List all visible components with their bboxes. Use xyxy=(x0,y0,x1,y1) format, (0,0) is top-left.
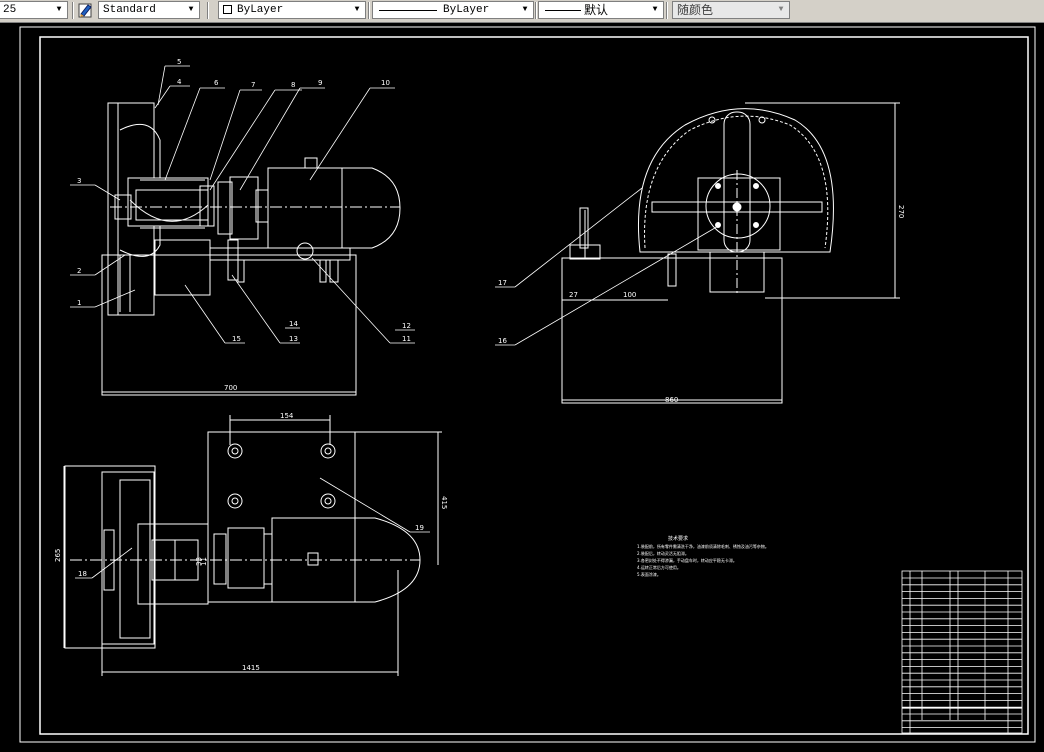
sheet-border-inner xyxy=(39,36,1029,735)
layer-value: ByLayer xyxy=(237,4,284,16)
sheet-border-outer xyxy=(19,26,1036,743)
balloon-label: 13 xyxy=(289,335,298,343)
cad-drawing: 5 4 6 7 8 9 10 3 2 1 14 13 15 12 11 700 xyxy=(19,26,1036,743)
balloon-label: 2 xyxy=(77,267,81,275)
text-style-combo[interactable]: Standard ▼ xyxy=(98,1,200,19)
side-view xyxy=(561,102,900,404)
linetype-swatch xyxy=(379,10,437,11)
toolbar-separator xyxy=(207,2,209,19)
front-view-balloons: 5 4 6 7 8 9 10 3 2 1 14 13 15 12 11 700 xyxy=(77,58,411,392)
color-combo[interactable]: 随颜色 ▼ xyxy=(672,1,790,19)
chevron-down-icon[interactable]: ▼ xyxy=(519,3,531,17)
text-style-value: Standard xyxy=(103,4,156,16)
note-line: 4.运转正常后方可使用。 xyxy=(637,564,681,570)
chevron-down-icon[interactable]: ▼ xyxy=(185,3,197,17)
balloon-label: 19 xyxy=(415,524,424,532)
dimension-label: 100 xyxy=(623,291,636,299)
toolbar-separator xyxy=(72,2,74,19)
toolbar-separator xyxy=(535,2,537,19)
balloon-label: 6 xyxy=(214,79,219,87)
dimension-label: 415 xyxy=(440,496,448,509)
chevron-down-icon[interactable]: ▼ xyxy=(649,3,661,17)
balloon-label: 16 xyxy=(498,337,507,345)
dimension-label: 154 xyxy=(280,412,294,420)
side-view-labels: 17 16 270 27 100 860 xyxy=(498,205,905,404)
balloon-label: 4 xyxy=(177,78,182,86)
balloon-label: 5 xyxy=(177,58,181,66)
color-value: 随颜色 xyxy=(677,3,714,17)
balloon-label: 9 xyxy=(318,79,322,87)
note-line: 1.装配前，所有零件需清洗干净，油漆前须清除毛刺、锈蚀及油污等杂物。 xyxy=(637,543,769,549)
note-line: 2.装配后，转动灵活无阻滞。 xyxy=(637,550,689,556)
balloon-label: 3 xyxy=(77,177,81,185)
chevron-down-icon[interactable]: ▼ xyxy=(53,3,65,17)
balloon-label: 14 xyxy=(289,320,298,328)
toolbar-separator xyxy=(368,2,370,19)
balloon-label: 8 xyxy=(291,81,295,89)
scale-value: 25 xyxy=(3,4,17,16)
drawing-canvas[interactable]: 5 4 6 7 8 9 10 3 2 1 14 13 15 12 11 700 xyxy=(0,22,1044,747)
dimension-label: 700 xyxy=(224,384,237,392)
balloon-label: 15 xyxy=(232,335,241,343)
balloon-label: 7 xyxy=(251,81,255,89)
top-view xyxy=(63,415,442,676)
balloon-label: 1 xyxy=(77,299,81,307)
table-rows xyxy=(902,577,1022,728)
lineweight-combo[interactable]: 默认 ▼ xyxy=(538,1,664,19)
top-view-labels: 19 18 154 415 265 1415 33 11 xyxy=(54,412,448,672)
dimension-label: 1415 xyxy=(242,664,260,672)
balloon-label: 12 xyxy=(402,322,411,330)
front-view-leaders xyxy=(70,65,415,344)
chevron-down-icon[interactable]: ▼ xyxy=(351,3,363,17)
dimension-label: 860 xyxy=(665,396,678,404)
properties-toolbar: 25 ▼ Standard ▼ ByLayer ▼ ByLayer ▼ 默认 ▼… xyxy=(0,0,1044,23)
scale-combo[interactable]: 25 ▼ xyxy=(0,1,68,19)
note-line: 3.各密封处不得渗漏，手动盘车时，转动应平稳无卡滞。 xyxy=(637,557,737,563)
dimension-label: 265 xyxy=(54,549,62,562)
balloon-label: 17 xyxy=(498,279,507,287)
lineweight-swatch xyxy=(545,10,581,11)
linetype-value: ByLayer xyxy=(443,4,490,16)
linetype-combo[interactable]: ByLayer ▼ xyxy=(372,1,534,19)
chevron-down-icon[interactable]: ▼ xyxy=(775,3,787,17)
dimension-label: 270 xyxy=(897,205,905,218)
text-style-icon[interactable] xyxy=(78,2,96,19)
color-swatch-icon xyxy=(223,5,232,14)
front-view xyxy=(101,102,401,396)
notes-title: 技术要求 xyxy=(668,535,688,542)
note-line: 5.表面涂漆。 xyxy=(637,571,661,577)
balloon-label: 11 xyxy=(402,335,411,343)
lineweight-value: 默认 xyxy=(584,3,609,17)
technical-notes: 技术要求 1.装配前，所有零件需清洗干净，油漆前须清除毛刺、锈蚀及油污等杂物。 … xyxy=(637,535,769,577)
toolbar-separator xyxy=(666,2,668,19)
dimension-label: 27 xyxy=(569,291,578,299)
parts-list-table xyxy=(901,570,1023,734)
balloon-label: 10 xyxy=(381,79,390,87)
balloon-label: 18 xyxy=(78,570,87,578)
layer-combo[interactable]: ByLayer ▼ xyxy=(218,1,366,19)
dimension-label: 11 xyxy=(200,557,208,566)
